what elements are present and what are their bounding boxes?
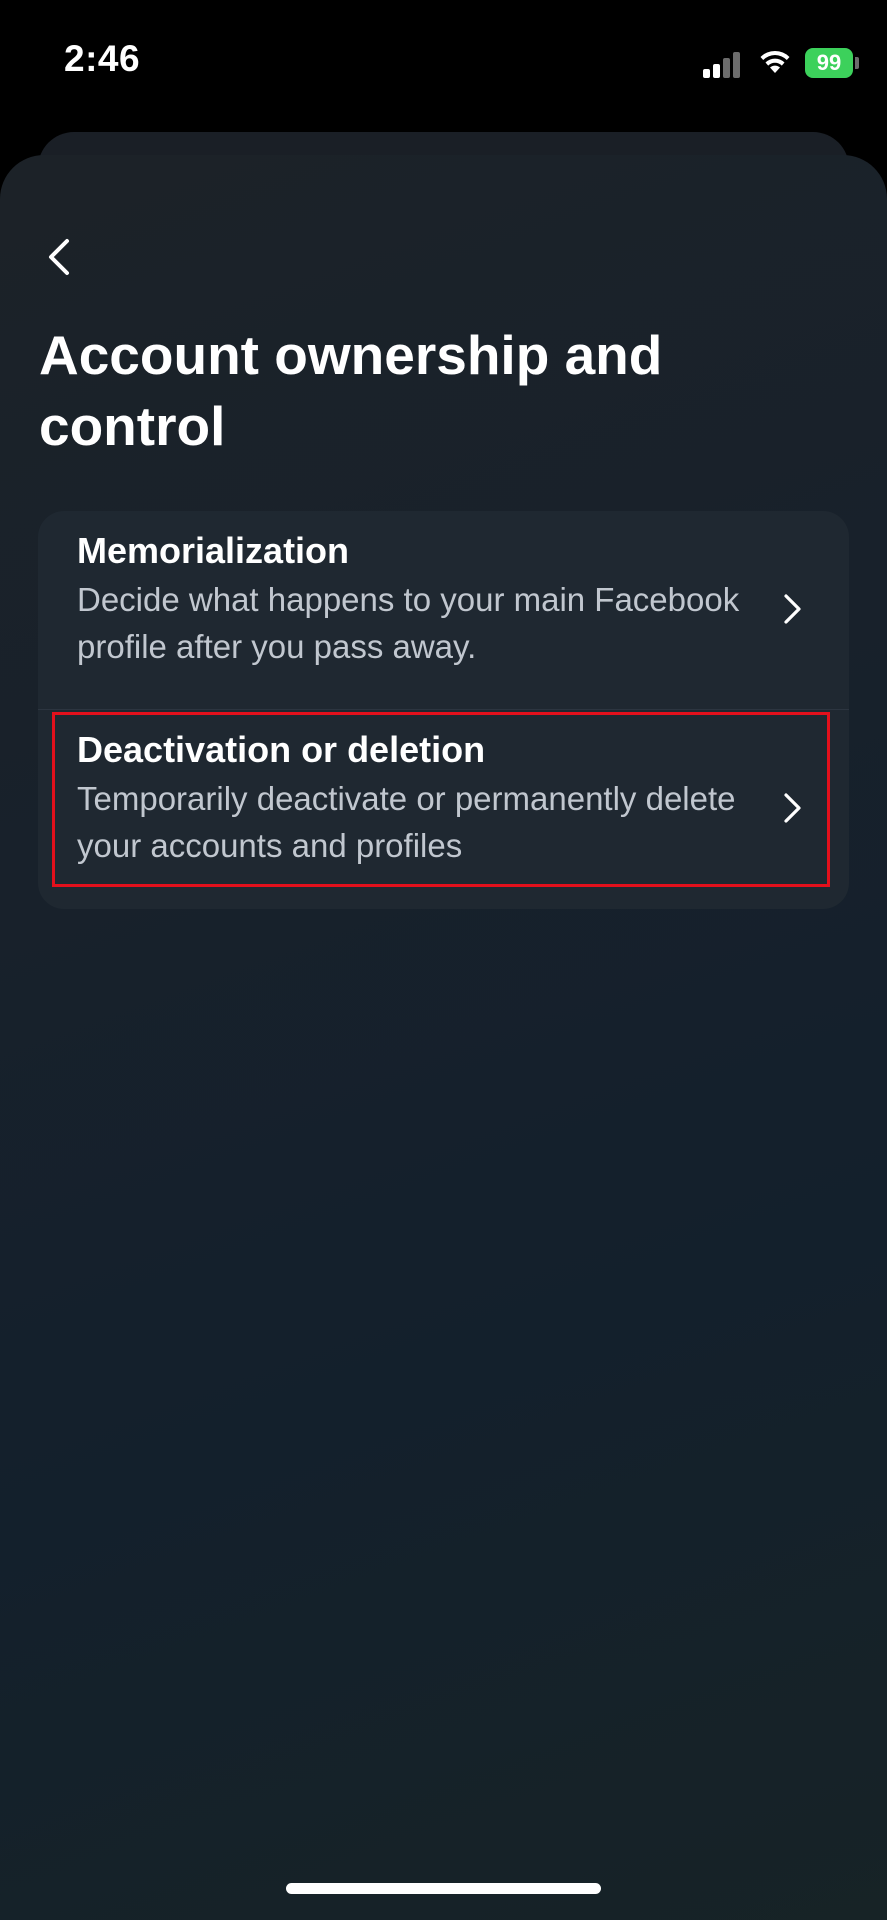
item-title: Deactivation or deletion (77, 729, 486, 770)
chevron-left-icon (49, 239, 69, 275)
battery-cap (855, 57, 859, 69)
memorialization-item[interactable]: Memorialization Decide what happens to y… (38, 511, 849, 709)
back-button[interactable] (28, 225, 92, 289)
status-bar: 2:46 99 (0, 0, 887, 130)
settings-card: Memorialization Decide what happens to y… (38, 511, 849, 909)
battery-level: 99 (816, 50, 842, 75)
status-time: 2:46 (64, 38, 141, 79)
item-title: Memorialization (77, 530, 350, 571)
item-description: Decide what happens to your main Faceboo… (77, 581, 740, 665)
home-indicator[interactable] (286, 1883, 601, 1894)
battery-icon: 99 (805, 48, 853, 78)
settings-sheet: Account ownership and control Memorializ… (0, 155, 887, 1920)
screen: 2:46 99 Account ownership and control Me… (0, 0, 887, 1920)
cellular-signal-icon (703, 50, 743, 78)
deactivation-or-deletion-item[interactable]: Deactivation or deletion Temporarily dea… (38, 710, 849, 909)
chevron-right-icon (784, 793, 801, 823)
item-description: Temporarily deactivate or permanently de… (77, 780, 736, 864)
wifi-icon (757, 46, 793, 76)
page-title: Account ownership and control (39, 324, 663, 457)
chevron-right-icon (784, 594, 801, 624)
